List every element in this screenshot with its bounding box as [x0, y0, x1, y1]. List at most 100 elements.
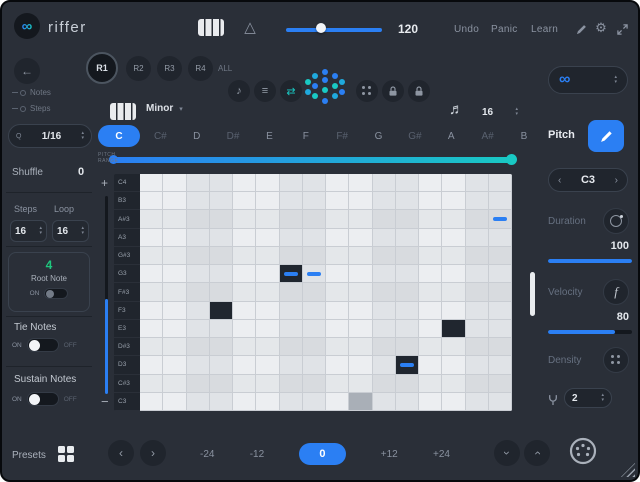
grid-cell-g3-1[interactable]: [163, 265, 186, 283]
loop-stepper[interactable]: 16 ▴▾: [52, 220, 89, 242]
velocity-slider[interactable]: [548, 330, 632, 334]
riff-slot-r3[interactable]: R3: [157, 56, 182, 81]
grid-cell-as3-3[interactable]: [210, 210, 233, 228]
note-pill-e[interactable]: E: [253, 125, 285, 147]
grid-cell-fs3-14[interactable]: [466, 283, 489, 301]
scale-select[interactable]: Minor ▾: [146, 103, 183, 114]
root-note-toggle[interactable]: [44, 288, 68, 299]
undo-button[interactable]: Undo: [454, 24, 479, 35]
grid-cell-c3-0[interactable]: [140, 393, 163, 411]
note-pill-cs[interactable]: C#: [144, 125, 176, 147]
grid-cell-a3-3[interactable]: [210, 229, 233, 247]
note-pill-b[interactable]: B: [508, 125, 540, 147]
grid-cell-b3-2[interactable]: [187, 192, 210, 210]
grid-cell-f3-3[interactable]: [210, 302, 233, 320]
shuffle-value[interactable]: 0: [78, 166, 84, 178]
grid-cell-c3-13[interactable]: [442, 393, 465, 411]
grid-cell-gs3-12[interactable]: [419, 247, 442, 265]
grid-cell-e3-0[interactable]: [140, 320, 163, 338]
grid-cell-c4-13[interactable]: [442, 174, 465, 192]
duration-slider[interactable]: [548, 259, 632, 263]
grid-cell-e3-5[interactable]: [256, 320, 279, 338]
notes-mode-toggle[interactable]: Notes: [12, 88, 51, 97]
velocity-forte-button[interactable]: f: [603, 279, 629, 305]
grid-cell-g3-10[interactable]: [373, 265, 396, 283]
preset-prev-button[interactable]: ‹: [108, 440, 134, 466]
grid-cell-c4-2[interactable]: [187, 174, 210, 192]
grid-cell-d3-2[interactable]: [187, 356, 210, 374]
grid-cell-g3-11[interactable]: [396, 265, 419, 283]
grid-cell-d3-9[interactable]: [349, 356, 372, 374]
grid-cell-cs3-0[interactable]: [140, 375, 163, 393]
grid-cell-b3-10[interactable]: [373, 192, 396, 210]
grid-cell-a3-11[interactable]: [396, 229, 419, 247]
grid-cell-c4-10[interactable]: [373, 174, 396, 192]
grid-cell-cs3-12[interactable]: [419, 375, 442, 393]
grid-cell-e3-10[interactable]: [373, 320, 396, 338]
grid-cell-c4-15[interactable]: [489, 174, 512, 192]
grid-cell-gs3-9[interactable]: [349, 247, 372, 265]
grid-cell-c4-12[interactable]: [419, 174, 442, 192]
riff-slot-r2[interactable]: R2: [126, 56, 151, 81]
grid-cell-cs3-4[interactable]: [233, 375, 256, 393]
lock-steps-button[interactable]: [408, 80, 430, 102]
grid-cell-d3-14[interactable]: [466, 356, 489, 374]
grid-cell-g3-12[interactable]: [419, 265, 442, 283]
grid-cell-b3-11[interactable]: [396, 192, 419, 210]
grid-cell-fs3-9[interactable]: [349, 283, 372, 301]
grid-cell-cs3-14[interactable]: [466, 375, 489, 393]
scale-keyboard-button[interactable]: [110, 103, 136, 120]
grid-cell-e3-13[interactable]: [442, 320, 465, 338]
grid-cell-fs3-5[interactable]: [256, 283, 279, 301]
grid-cell-as3-2[interactable]: [187, 210, 210, 228]
grid-cell-gs3-3[interactable]: [210, 247, 233, 265]
sustain-notes-toggle[interactable]: [27, 392, 59, 406]
grid-cell-e3-6[interactable]: [280, 320, 303, 338]
grid-cell-f3-1[interactable]: [163, 302, 186, 320]
grid-cell-a3-10[interactable]: [373, 229, 396, 247]
grid-cell-f3-0[interactable]: [140, 302, 163, 320]
grid-cell-a3-6[interactable]: [280, 229, 303, 247]
grid-cell-gs3-13[interactable]: [442, 247, 465, 265]
grid-cell-fs3-8[interactable]: [326, 283, 349, 301]
grid-cell-d3-3[interactable]: [210, 356, 233, 374]
resize-handle[interactable]: [621, 463, 635, 477]
grid-cell-ds3-10[interactable]: [373, 338, 396, 356]
grid-cell-fs3-13[interactable]: [442, 283, 465, 301]
grid-cell-cs3-5[interactable]: [256, 375, 279, 393]
grid-cell-fs3-12[interactable]: [419, 283, 442, 301]
grid-cell-as3-5[interactable]: [256, 210, 279, 228]
grid-cell-d3-4[interactable]: [233, 356, 256, 374]
grid-cell-c4-5[interactable]: [256, 174, 279, 192]
grid-cell-f3-7[interactable]: [303, 302, 326, 320]
grid-cell-g3-3[interactable]: [210, 265, 233, 283]
grid-cell-e3-7[interactable]: [303, 320, 326, 338]
grid-cell-a3-12[interactable]: [419, 229, 442, 247]
grid-cell-g3-14[interactable]: [466, 265, 489, 283]
grid-cell-c3-12[interactable]: [419, 393, 442, 411]
randomize-steps-button[interactable]: ≡: [254, 80, 276, 102]
grid-cell-g3-0[interactable]: [140, 265, 163, 283]
grid-cell-ds3-4[interactable]: [233, 338, 256, 356]
grid-cell-ds3-5[interactable]: [256, 338, 279, 356]
grid-cell-f3-11[interactable]: [396, 302, 419, 320]
grid-cell-as3-9[interactable]: [349, 210, 372, 228]
grid-cell-b3-9[interactable]: [349, 192, 372, 210]
note-pill-c[interactable]: C: [98, 125, 140, 147]
edit-pencil-icon[interactable]: [574, 22, 588, 36]
note-pill-d[interactable]: D: [181, 125, 213, 147]
grid-cell-c3-1[interactable]: [163, 393, 186, 411]
grid-cell-d3-15[interactable]: [489, 356, 512, 374]
grid-cell-cs3-13[interactable]: [442, 375, 465, 393]
grid-cell-g3-9[interactable]: [349, 265, 372, 283]
grid-cell-c3-11[interactable]: [396, 393, 419, 411]
grid-cell-as3-6[interactable]: [280, 210, 303, 228]
pitch-range-plus-button[interactable]: +: [101, 176, 108, 190]
lock-pitch-button[interactable]: [382, 80, 404, 102]
grid-cell-cs3-11[interactable]: [396, 375, 419, 393]
grid-cell-ds3-11[interactable]: [396, 338, 419, 356]
grid-cell-ds3-1[interactable]: [163, 338, 186, 356]
grid-cell-f3-8[interactable]: [326, 302, 349, 320]
grid-cell-g3-5[interactable]: [256, 265, 279, 283]
grid-cell-b3-15[interactable]: [489, 192, 512, 210]
